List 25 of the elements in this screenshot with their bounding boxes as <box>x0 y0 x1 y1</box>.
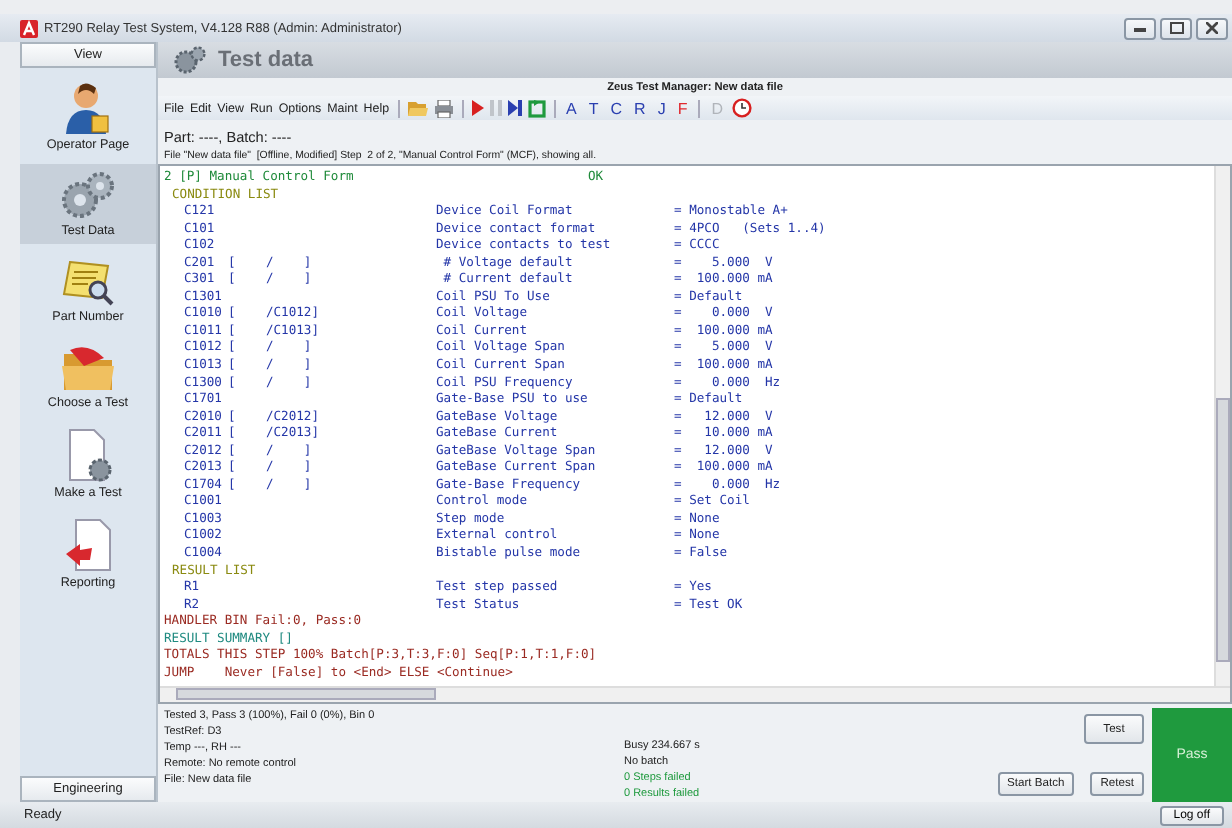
toolbar-button[interactable]: F <box>674 99 691 117</box>
toolbar-button[interactable]: T <box>585 99 602 117</box>
app-logo-icon <box>20 19 38 37</box>
vertical-scrollbar[interactable] <box>1214 166 1230 686</box>
printer-icon[interactable] <box>433 99 454 117</box>
toolbar-button[interactable]: J <box>654 99 669 117</box>
maximize-button[interactable] <box>1160 17 1192 39</box>
page-title: Test data <box>218 48 313 72</box>
horizontal-scrollbar[interactable] <box>160 686 1230 702</box>
close-button[interactable] <box>1196 17 1228 39</box>
gears-icon <box>60 170 116 222</box>
toolbar-button[interactable]: A <box>563 99 580 117</box>
minimize-button[interactable] <box>1124 17 1156 39</box>
loop-icon[interactable] <box>527 99 546 117</box>
note-magnifier-icon <box>60 256 116 308</box>
toolbar-button[interactable]: R <box>631 99 649 117</box>
folder-icon <box>60 342 116 394</box>
play-icon[interactable] <box>471 100 484 116</box>
minimize-icon <box>1134 24 1146 32</box>
toolbar-button[interactable]: C <box>607 99 626 117</box>
maximize-icon <box>1169 22 1183 34</box>
clock-icon[interactable] <box>732 98 752 118</box>
close-icon <box>1206 22 1218 34</box>
gears-icon <box>174 46 206 74</box>
step-forward-icon[interactable] <box>507 100 522 116</box>
